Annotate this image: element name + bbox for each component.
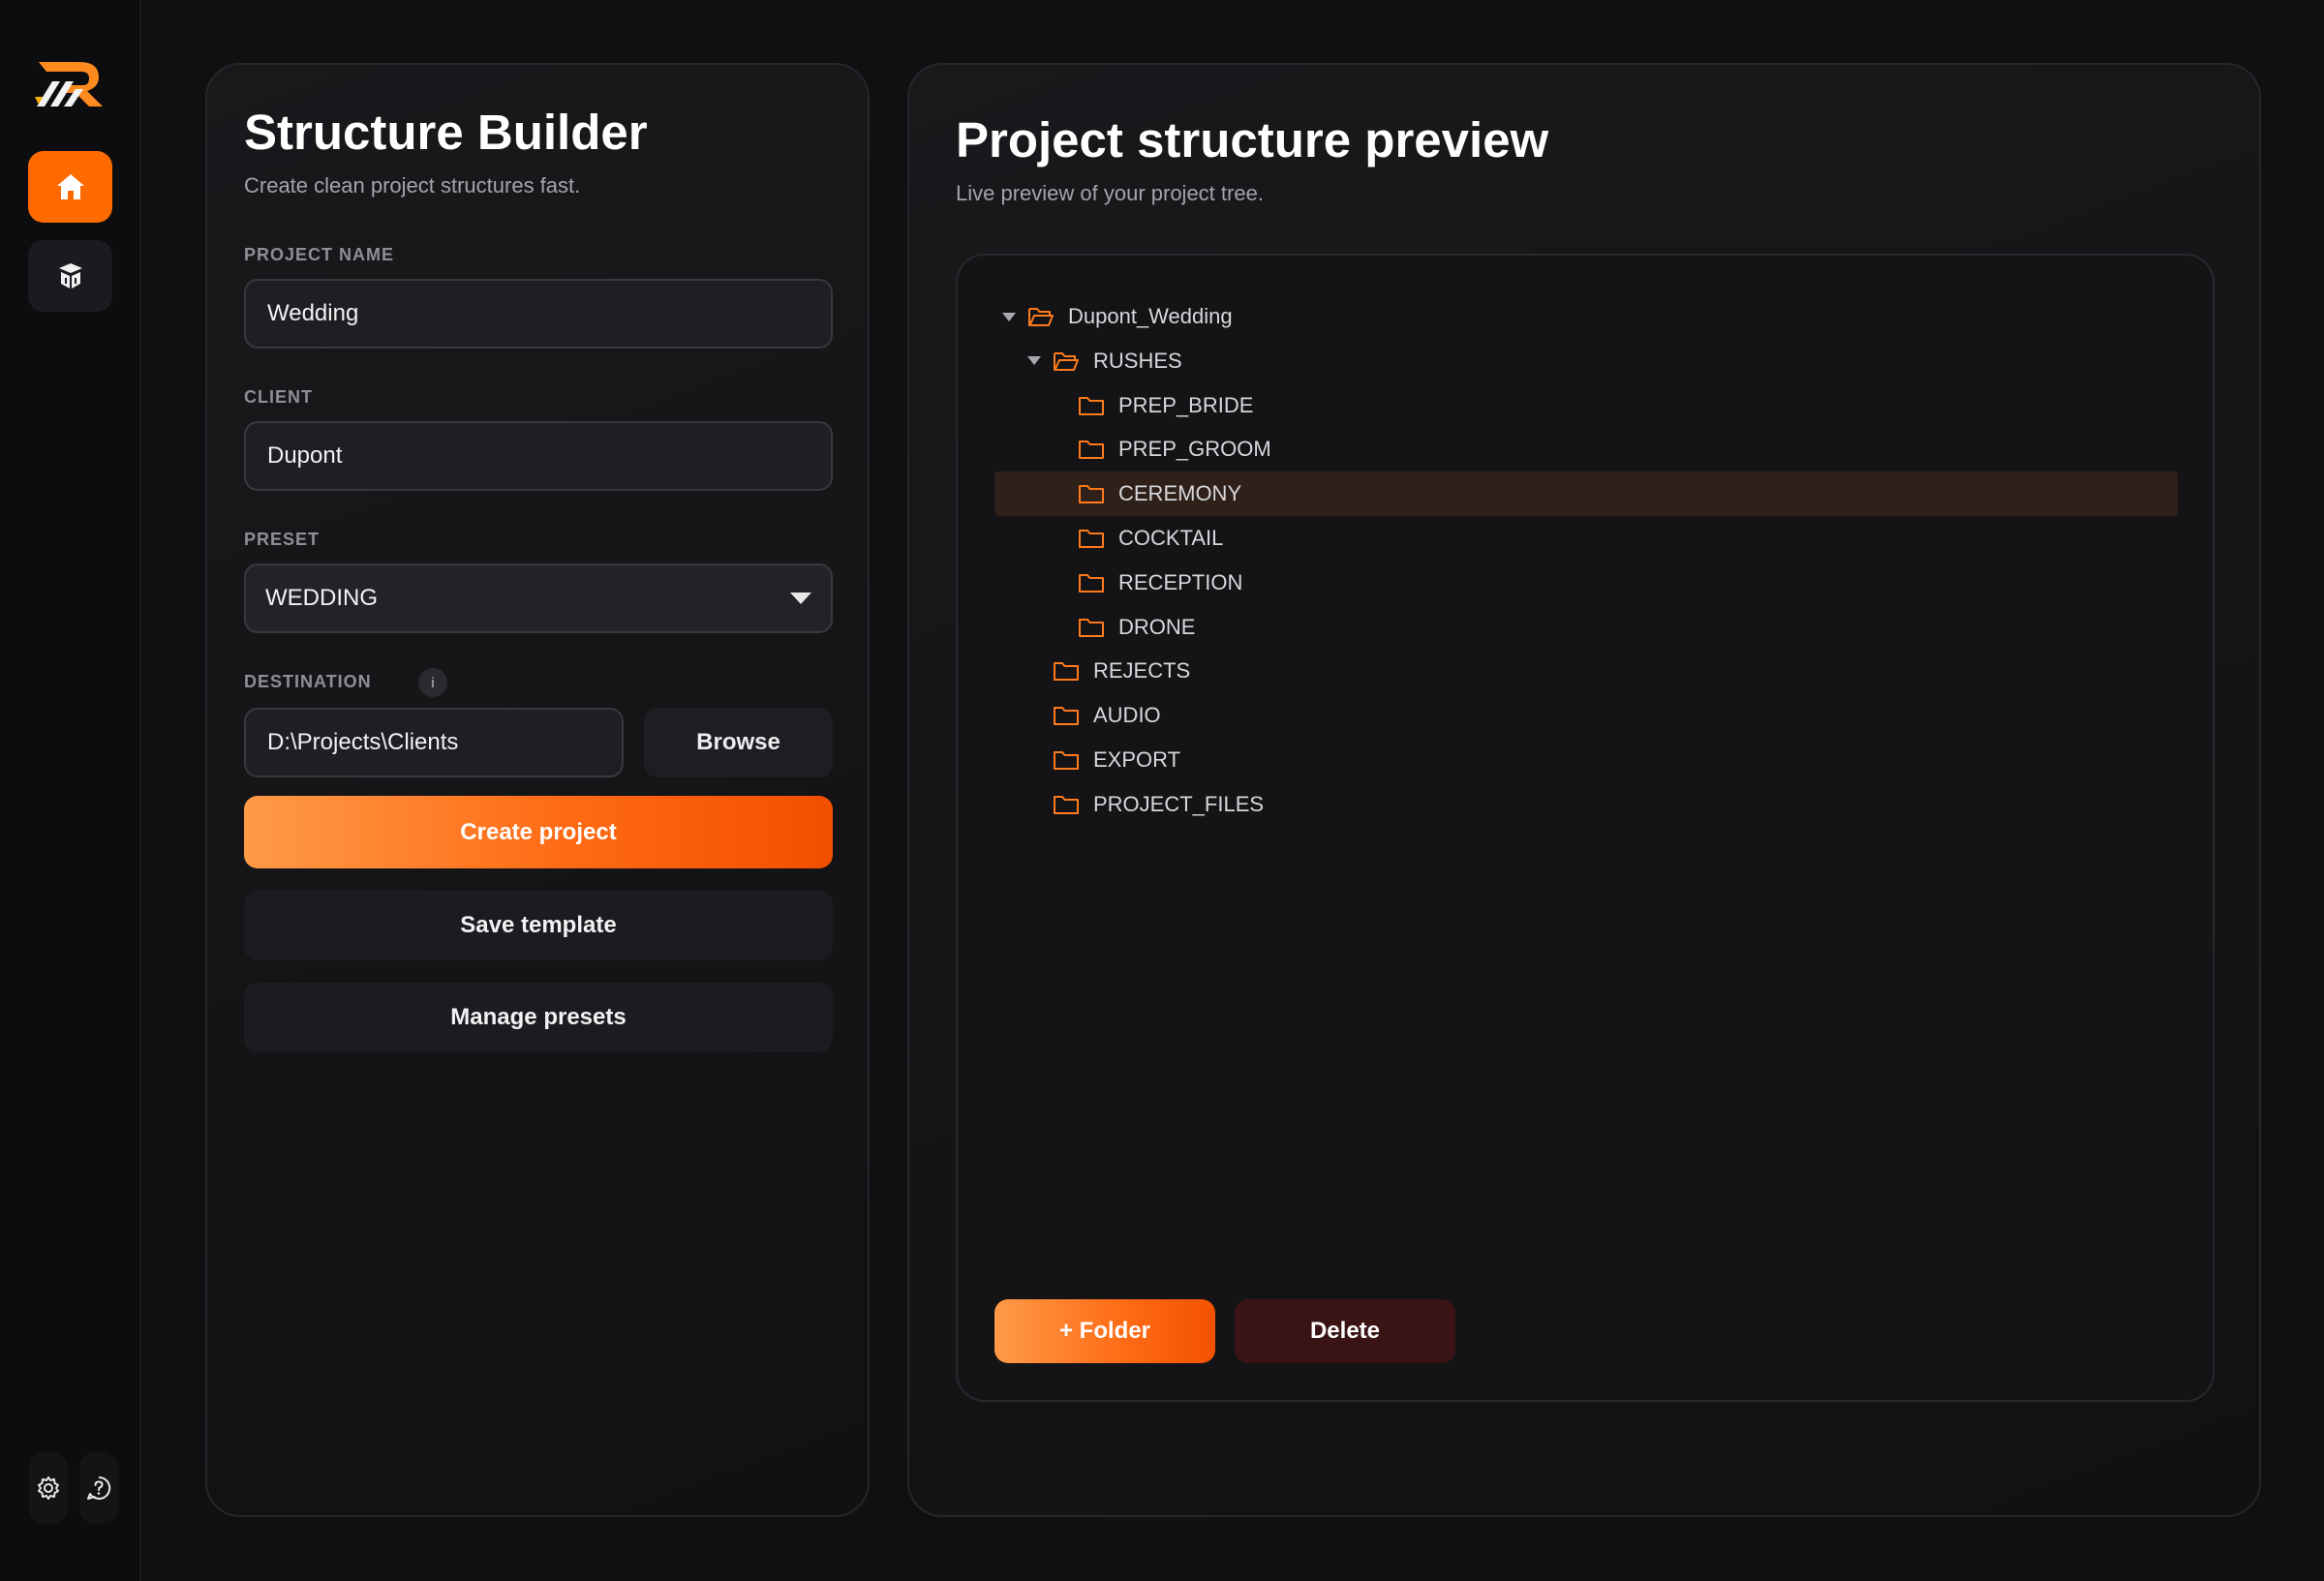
tree-item-label: PREP_GROOM bbox=[1118, 437, 1271, 462]
structure-builder-panel: Structure Builder Create clean project s… bbox=[205, 63, 870, 1517]
folder-icon bbox=[1054, 662, 1079, 682]
client-label: CLIENT bbox=[244, 387, 313, 407]
folder-open-icon bbox=[1054, 351, 1079, 371]
preset-label: PRESET bbox=[244, 530, 321, 549]
package-icon bbox=[58, 263, 82, 289]
folder-icon bbox=[1054, 795, 1079, 814]
tree-item-label: Dupont_Wedding bbox=[1068, 304, 1233, 328]
chevron-down-icon bbox=[790, 593, 811, 604]
tree-row[interactable]: EXPORT bbox=[994, 738, 2178, 782]
folder-icon bbox=[1054, 707, 1079, 726]
folder-icon bbox=[1079, 530, 1104, 548]
settings-button[interactable] bbox=[29, 1452, 68, 1524]
tree-item-label: REJECTS bbox=[1093, 658, 1191, 684]
browse-button[interactable]: Browse bbox=[644, 708, 833, 777]
add-folder-button[interactable]: + Folder bbox=[994, 1299, 1215, 1363]
delete-button[interactable]: Delete bbox=[1235, 1299, 1455, 1363]
tree-item-label: RECEPTION bbox=[1118, 569, 1243, 594]
tree-row[interactable]: COCKTAIL bbox=[994, 516, 2178, 561]
preset-value: WEDDING bbox=[265, 585, 378, 611]
tree-actions: + Folder Delete bbox=[994, 1299, 1455, 1363]
sidebar bbox=[0, 0, 141, 1581]
structure-preview-panel: Project structure preview Live preview o… bbox=[907, 63, 2261, 1517]
tree-row[interactable]: Dupont_Wedding bbox=[994, 294, 2178, 339]
tree-item-label: PREP_BRIDE bbox=[1118, 392, 1254, 417]
save-template-button[interactable]: Save template bbox=[244, 891, 833, 960]
tree-item-label: EXPORT bbox=[1093, 747, 1181, 772]
app-window: Structure Builder Create clean project s… bbox=[0, 0, 2324, 1581]
home-icon bbox=[56, 174, 84, 199]
preset-select[interactable]: WEDDING bbox=[244, 563, 833, 633]
app-logo[interactable] bbox=[33, 52, 108, 108]
destination-input[interactable]: D:\Projects\Clients bbox=[244, 708, 624, 777]
folder-icon bbox=[1079, 573, 1104, 593]
folder-icon bbox=[1079, 618, 1104, 637]
project-name-value: Wedding bbox=[267, 300, 359, 326]
tree-item-label: DRONE bbox=[1118, 614, 1196, 639]
caret-down-icon[interactable] bbox=[1027, 356, 1041, 366]
tree-row[interactable]: RECEPTION bbox=[994, 561, 2178, 605]
tree-row[interactable]: PREP_GROOM bbox=[994, 427, 2178, 471]
tree-item-label: AUDIO bbox=[1093, 703, 1161, 728]
create-project-button[interactable]: Create project bbox=[244, 796, 833, 868]
builder-subtitle: Create clean project structures fast. bbox=[244, 173, 581, 198]
tree-row[interactable]: PROJECT_FILES bbox=[994, 782, 2178, 827]
preview-title: Project structure preview bbox=[956, 112, 1549, 167]
tree-item-label: CEREMONY bbox=[1118, 481, 1242, 506]
client-value: Dupont bbox=[267, 442, 343, 469]
gear-icon bbox=[38, 1476, 59, 1500]
folder-icon bbox=[1054, 751, 1079, 770]
folder-icon bbox=[1079, 441, 1104, 460]
project-name-label: PROJECT NAME bbox=[244, 245, 395, 264]
info-icon[interactable]: i bbox=[418, 668, 447, 697]
project-tree: Dupont_Wedding RUSHES PREP_BRIDE PREP_GROOM… bbox=[956, 254, 2215, 1402]
folder-icon bbox=[1079, 485, 1104, 504]
tree-row[interactable]: RUSHES bbox=[994, 339, 2178, 383]
nav-packages-button[interactable] bbox=[28, 240, 112, 312]
destination-value: D:\Projects\Clients bbox=[267, 729, 459, 755]
tree-row[interactable]: AUDIO bbox=[994, 693, 2178, 738]
client-input[interactable]: Dupont bbox=[244, 421, 833, 491]
tree-item-label: COCKTAIL bbox=[1118, 526, 1224, 550]
tree-row[interactable]: DRONE bbox=[994, 605, 2178, 650]
tree-row[interactable]: PREP_BRIDE bbox=[994, 383, 2178, 428]
folder-icon bbox=[1079, 396, 1104, 415]
help-icon bbox=[87, 1475, 111, 1500]
nav-home-button[interactable] bbox=[28, 151, 112, 223]
tree-row[interactable]: REJECTS bbox=[994, 649, 2178, 693]
tree-item-label: RUSHES bbox=[1093, 348, 1182, 373]
tree-item-label: PROJECT_FILES bbox=[1093, 791, 1265, 816]
caret-down-icon[interactable] bbox=[1002, 312, 1016, 321]
tree-row-selected[interactable]: CEREMONY bbox=[994, 471, 2178, 517]
preview-subtitle: Live preview of your project tree. bbox=[956, 181, 1264, 205]
help-button[interactable] bbox=[79, 1452, 118, 1524]
builder-title: Structure Builder bbox=[244, 105, 648, 160]
folder-open-icon bbox=[1028, 308, 1054, 326]
manage-presets-button[interactable]: Manage presets bbox=[244, 983, 833, 1052]
destination-label: DESTINATION i bbox=[244, 668, 447, 697]
project-name-input[interactable]: Wedding bbox=[244, 279, 833, 349]
